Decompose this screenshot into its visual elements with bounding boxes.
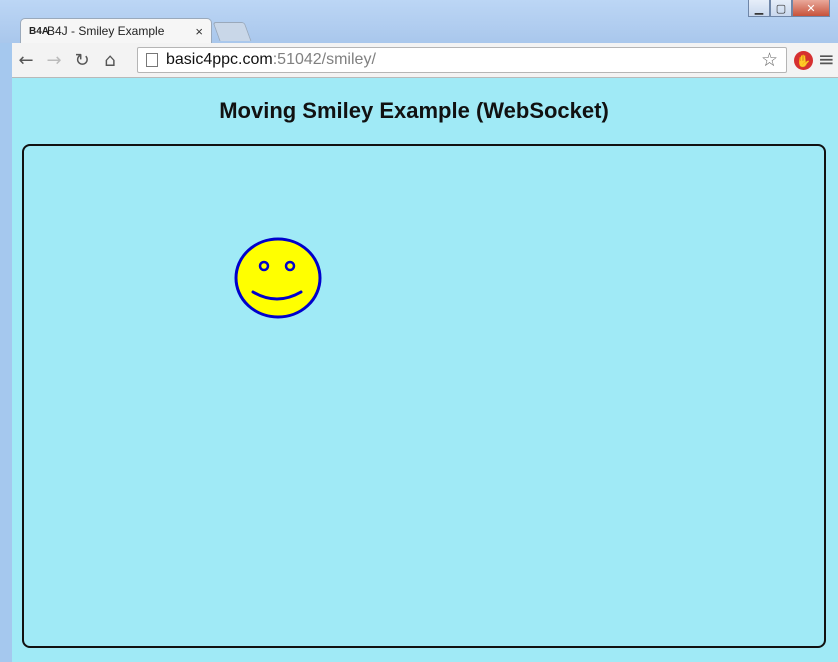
menu-icon[interactable]: ≡ xyxy=(818,47,835,71)
url-host: basic4ppc.com xyxy=(166,51,273,68)
smiley-board xyxy=(22,144,826,648)
stop-extension-icon[interactable]: ✋ xyxy=(794,51,813,70)
reload-icon[interactable]: ↻ xyxy=(68,46,96,74)
browser-toolbar: ← → ↻ ⌂ basic4ppc.com:51042/smiley/ ☆ ✋ … xyxy=(12,43,838,78)
tab-close-icon[interactable]: × xyxy=(195,24,203,39)
forward-arrow-icon[interactable]: → xyxy=(40,46,68,74)
page-icon xyxy=(146,53,158,67)
back-arrow-icon[interactable]: ← xyxy=(12,46,40,74)
tab-title: B4J - Smiley Example xyxy=(47,24,165,38)
minimize-icon[interactable]: ▁ xyxy=(748,0,770,17)
browser-tab[interactable]: B4A B4J - Smiley Example × xyxy=(20,18,212,43)
close-window-icon[interactable]: ✕ xyxy=(792,0,830,17)
new-tab-button[interactable] xyxy=(212,22,252,41)
page-viewport: Moving Smiley Example (WebSocket) xyxy=(12,78,838,662)
maximize-icon[interactable]: ▢ xyxy=(770,0,792,17)
b4a-favicon-icon: B4A xyxy=(29,25,50,37)
window-titlebar: B4A B4J - Smiley Example × ▁ ▢ ✕ xyxy=(0,0,838,43)
page-title: Moving Smiley Example (WebSocket) xyxy=(219,98,609,123)
smiley-icon[interactable] xyxy=(234,236,324,322)
star-icon[interactable]: ☆ xyxy=(761,49,778,72)
address-bar[interactable]: basic4ppc.com:51042/smiley/ ☆ xyxy=(137,47,787,73)
window-controls: ▁ ▢ ✕ xyxy=(748,0,830,17)
home-icon[interactable]: ⌂ xyxy=(96,46,124,74)
url-path: :51042/smiley/ xyxy=(272,51,376,68)
